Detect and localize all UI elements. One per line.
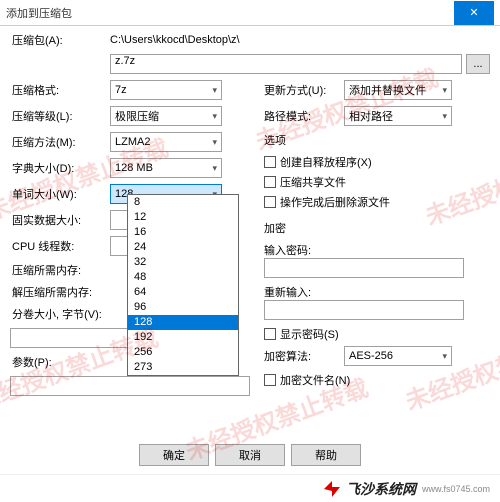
chevron-down-icon: ▾ bbox=[442, 111, 447, 122]
close-button[interactable]: ✕ bbox=[454, 1, 494, 25]
encnames-label: 加密文件名(N) bbox=[280, 372, 350, 388]
archive-label: 压缩包(A): bbox=[10, 32, 110, 48]
ok-button[interactable]: 确定 bbox=[139, 444, 209, 466]
dropdown-option[interactable]: 24 bbox=[128, 240, 238, 255]
dict-select[interactable]: 128 MB▾ bbox=[110, 158, 222, 178]
dropdown-option[interactable]: 256 bbox=[128, 345, 238, 360]
password-label: 输入密码: bbox=[264, 242, 490, 258]
share-checkbox[interactable] bbox=[264, 176, 276, 188]
browse-button[interactable]: ... bbox=[466, 54, 490, 74]
mem-compress-label: 压缩所需内存: bbox=[10, 262, 110, 278]
algo-label: 加密算法: bbox=[264, 348, 344, 364]
titlebar: 添加到压缩包 ✕ bbox=[0, 0, 500, 26]
dict-label: 字典大小(D): bbox=[10, 160, 110, 176]
dropdown-option[interactable]: 8 bbox=[128, 195, 238, 210]
password2-input[interactable] bbox=[264, 300, 464, 320]
window-title: 添加到压缩包 bbox=[6, 5, 72, 21]
dropdown-option[interactable]: 192 bbox=[128, 330, 238, 345]
archive-path: C:\Users\kkocd\Desktop\z\ bbox=[110, 34, 240, 46]
delete-checkbox[interactable] bbox=[264, 196, 276, 208]
brand-logo-icon bbox=[322, 479, 342, 499]
chevron-down-icon: ▾ bbox=[442, 85, 447, 96]
dropdown-option[interactable]: 16 bbox=[128, 225, 238, 240]
dropdown-option[interactable]: 96 bbox=[128, 300, 238, 315]
dropdown-option[interactable]: 32 bbox=[128, 255, 238, 270]
format-select[interactable]: 7z▾ bbox=[110, 80, 222, 100]
encrypt-heading: 加密 bbox=[264, 220, 490, 236]
mem-decompress-label: 解压缩所需内存: bbox=[10, 284, 110, 300]
archive-file-input[interactable]: z.7z bbox=[110, 54, 462, 74]
password2-label: 重新输入: bbox=[264, 284, 490, 300]
level-label: 压缩等级(L): bbox=[10, 108, 110, 124]
dropdown-option[interactable]: 12 bbox=[128, 210, 238, 225]
chevron-down-icon: ▾ bbox=[212, 85, 217, 96]
showpw-label: 显示密码(S) bbox=[280, 326, 339, 342]
dropdown-option[interactable]: 273 bbox=[128, 360, 238, 375]
help-button[interactable]: 帮助 bbox=[291, 444, 361, 466]
algo-select[interactable]: AES-256▾ bbox=[344, 346, 452, 366]
brand-url: www.fs0745.com bbox=[422, 484, 490, 494]
level-select[interactable]: 极限压缩▾ bbox=[110, 106, 222, 126]
chevron-down-icon: ▾ bbox=[212, 111, 217, 122]
dropdown-option[interactable]: 64 bbox=[128, 285, 238, 300]
delete-label: 操作完成后删除源文件 bbox=[280, 194, 390, 210]
word-label: 单词大小(W): bbox=[10, 186, 110, 202]
format-label: 压缩格式: bbox=[10, 82, 110, 98]
chevron-down-icon: ▾ bbox=[212, 137, 217, 148]
chevron-down-icon: ▾ bbox=[442, 351, 447, 362]
method-select[interactable]: LZMA2▾ bbox=[110, 132, 222, 152]
encnames-checkbox[interactable] bbox=[264, 374, 276, 386]
dropdown-option[interactable]: 48 bbox=[128, 270, 238, 285]
password-input[interactable] bbox=[264, 258, 464, 278]
chevron-down-icon: ▾ bbox=[212, 163, 217, 174]
update-label: 更新方式(U): bbox=[264, 82, 344, 98]
update-select[interactable]: 添加并替换文件▾ bbox=[344, 80, 452, 100]
options-heading: 选项 bbox=[264, 132, 490, 148]
sfx-label: 创建自释放程序(X) bbox=[280, 154, 372, 170]
close-icon: ✕ bbox=[469, 6, 478, 19]
showpw-checkbox[interactable] bbox=[264, 328, 276, 340]
split-label: 分卷大小, 字节(V): bbox=[10, 306, 110, 322]
method-label: 压缩方法(M): bbox=[10, 134, 110, 150]
word-size-dropdown[interactable]: 812162432486496128192256273 bbox=[127, 194, 239, 376]
pathmode-select[interactable]: 相对路径▾ bbox=[344, 106, 452, 126]
share-label: 压缩共享文件 bbox=[280, 174, 346, 190]
cpu-label: CPU 线程数: bbox=[10, 238, 110, 254]
sfx-checkbox[interactable] bbox=[264, 156, 276, 168]
params-label: 参数(P): bbox=[10, 354, 110, 370]
dropdown-option[interactable]: 128 bbox=[128, 315, 238, 330]
brand-name: 飞沙系统网 bbox=[346, 479, 416, 499]
solid-label: 固实数据大小: bbox=[10, 212, 110, 228]
brand-footer: 飞沙系统网 www.fs0745.com bbox=[0, 474, 500, 502]
cancel-button[interactable]: 取消 bbox=[215, 444, 285, 466]
params-input[interactable] bbox=[10, 376, 250, 396]
pathmode-label: 路径模式: bbox=[264, 108, 344, 124]
